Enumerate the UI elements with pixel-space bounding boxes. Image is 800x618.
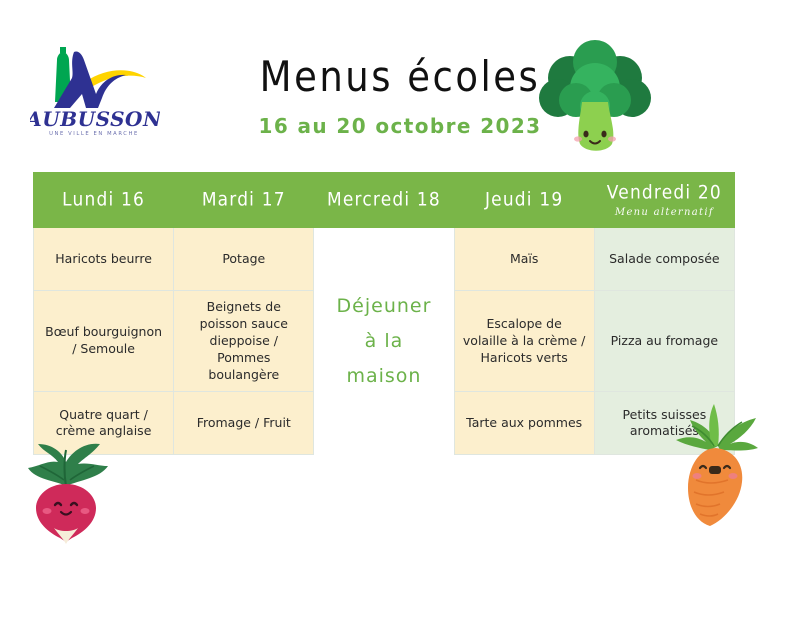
column-header-vendredi: Vendredi 20 Menu alternatif xyxy=(593,172,736,228)
menu-cell-vendredi-plat: Pizza au fromage xyxy=(593,289,736,393)
logo-wordmark: AUBUSSON xyxy=(30,107,160,131)
day-label: Lundi 16 xyxy=(62,189,146,211)
table-row-entree: Haricots beurre Potage Déjeuner à la mai… xyxy=(32,227,736,455)
home-line-2: à la xyxy=(364,329,404,352)
day-label: Mardi 17 xyxy=(201,189,286,211)
menu-table-body: Haricots beurre Potage Déjeuner à la mai… xyxy=(32,227,736,456)
column-header-mardi: Mardi 17 xyxy=(173,172,315,228)
home-line-3: maison xyxy=(346,365,422,387)
aubusson-logo-mark: AUBUSSON UNE VILLE EN MARCHE xyxy=(30,47,160,137)
radish-icon xyxy=(14,440,118,548)
menu-cell-mardi-dessert: Fromage / Fruit xyxy=(173,391,315,456)
carrot-body xyxy=(688,448,743,526)
day-note-alternatif: Menu alternatif xyxy=(614,206,714,218)
radish-illustration xyxy=(28,443,108,544)
menu-cell-mercredi-home: Déjeuner à la maison xyxy=(313,227,455,455)
column-header-mercredi: Mercredi 18 xyxy=(313,172,455,228)
menu-cell-jeudi-entree: Maïs xyxy=(453,227,595,291)
logo-tagline: UNE VILLE EN MARCHE xyxy=(49,131,139,137)
carrot-greens xyxy=(676,404,758,451)
day-label: Mercredi 18 xyxy=(327,189,441,211)
menu-cell-mardi-entree: Potage xyxy=(173,227,315,291)
menu-cell-lundi-entree: Haricots beurre xyxy=(32,227,175,291)
home-line-1: Déjeuner xyxy=(336,294,432,317)
menu-cell-mardi-plat: Beignets de poisson sauce dieppoise / Po… xyxy=(173,289,315,393)
aubusson-logo: AUBUSSON UNE VILLE EN MARCHE xyxy=(30,42,160,138)
weekly-menu-table: Lundi 16 Mardi 17 Mercredi 18 Jeudi 19 V… xyxy=(32,172,736,456)
carrot-icon xyxy=(660,402,770,530)
menu-cell-jeudi-dessert: Tarte aux pommes xyxy=(453,391,595,456)
column-header-jeudi: Jeudi 19 xyxy=(453,172,595,228)
day-label: Jeudi 19 xyxy=(484,189,564,211)
menu-cell-jeudi-plat: Escalope de volaille à la crème / Harico… xyxy=(453,289,595,393)
radish-leaves xyxy=(28,443,108,487)
logo-green-top xyxy=(60,47,66,53)
column-header-lundi: Lundi 16 xyxy=(32,172,175,228)
menu-cell-vendredi-entree: Salade composée xyxy=(593,227,736,291)
menu-cell-lundi-plat: Bœuf bourguignon / Semoule xyxy=(32,289,175,393)
carrot-illustration xyxy=(676,404,758,526)
menu-table-head: Lundi 16 Mardi 17 Mercredi 18 Jeudi 19 V… xyxy=(32,172,736,228)
broccoli-illustration xyxy=(539,40,651,151)
day-label: Vendredi 20 xyxy=(606,181,722,204)
menu-header-row: Lundi 16 Mardi 17 Mercredi 18 Jeudi 19 V… xyxy=(32,172,736,228)
broccoli-icon xyxy=(536,40,654,160)
